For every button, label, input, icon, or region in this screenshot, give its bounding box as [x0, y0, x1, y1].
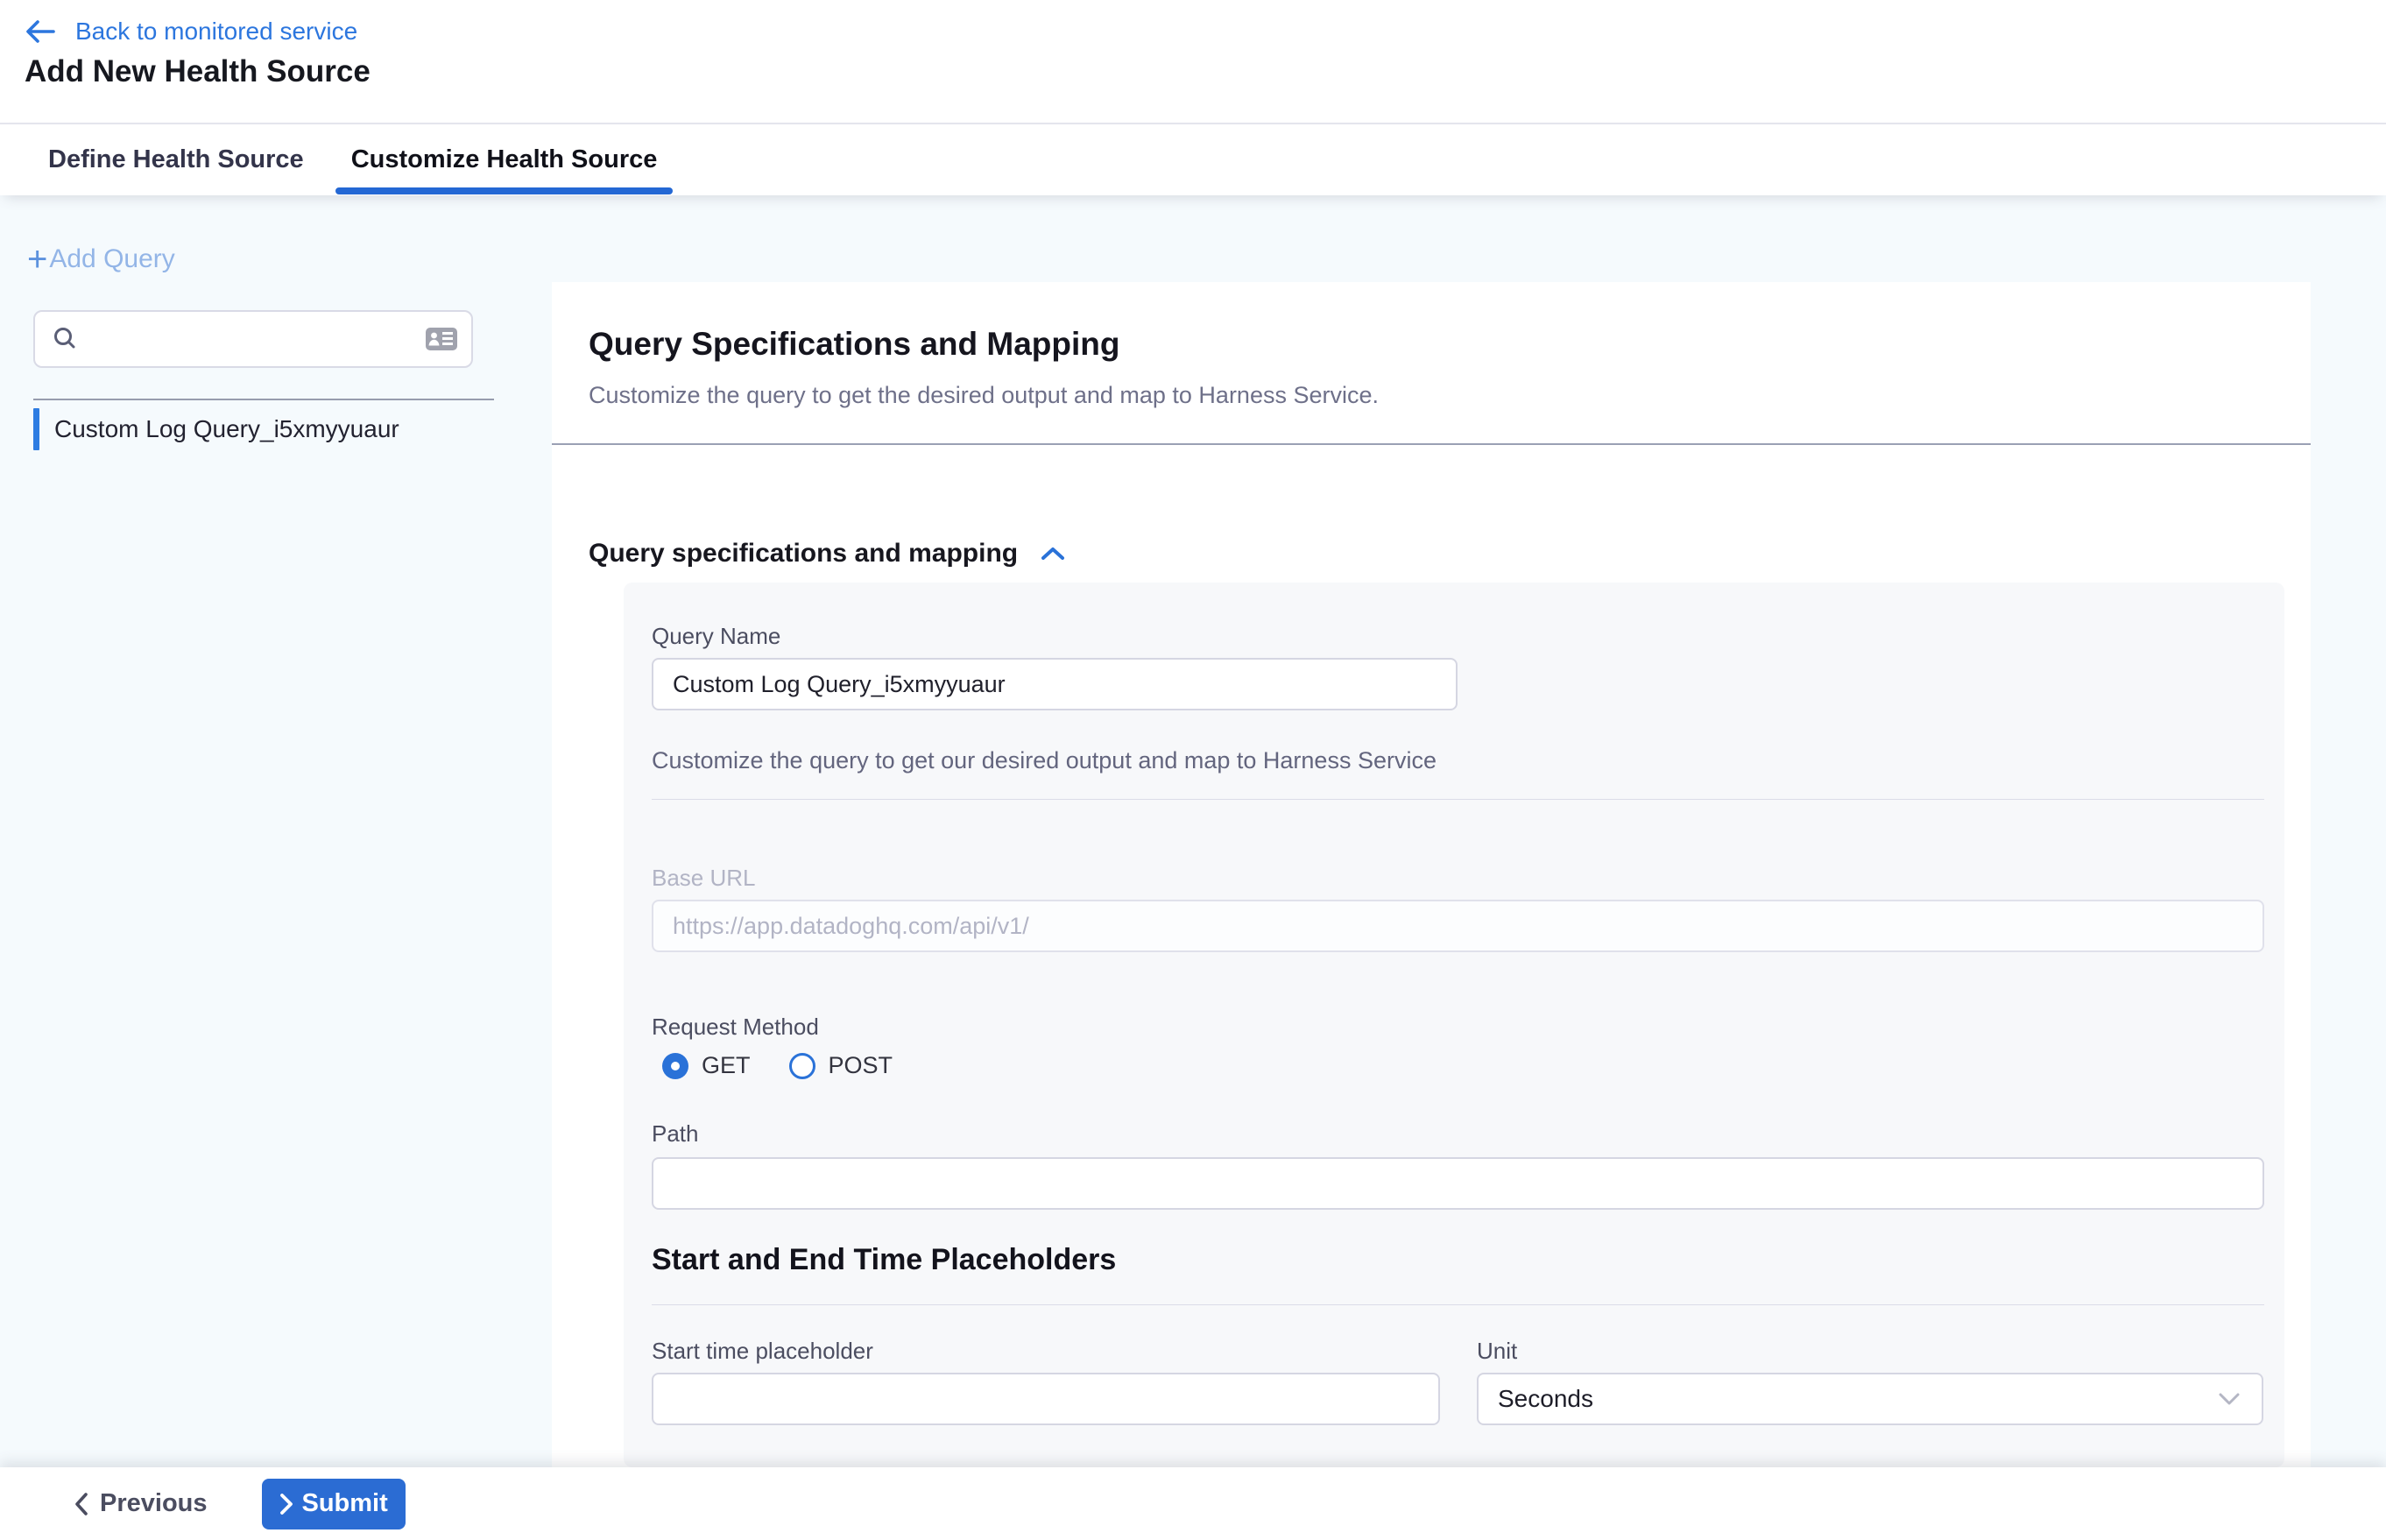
base-url-input: [652, 900, 2264, 952]
card-divider: [652, 799, 2264, 800]
radio-get-label[interactable]: GET: [702, 1052, 751, 1079]
previous-button[interactable]: Previous: [74, 1479, 208, 1529]
section-title: Query specifications and mapping: [589, 539, 1018, 569]
main-panel: Query Specifications and Mapping Customi…: [552, 282, 2311, 1467]
back-link-label: Back to monitored service: [75, 18, 357, 46]
card-divider: [652, 1304, 2264, 1305]
search-input[interactable]: [89, 312, 417, 366]
page-header: Back to monitored service Add New Health…: [0, 0, 2386, 123]
query-name-label: Query Name: [652, 623, 780, 650]
start-time-placeholder-input[interactable]: [652, 1373, 1440, 1425]
unit-select[interactable]: Seconds: [1477, 1373, 2263, 1425]
submit-button-label: Submit: [302, 1489, 388, 1518]
path-label: Path: [652, 1120, 699, 1148]
plus-icon: +: [27, 242, 47, 277]
query-item-label: Custom Log Query_i5xmyyuaur: [54, 415, 399, 443]
query-list-item[interactable]: Custom Log Query_i5xmyyuaur: [33, 406, 524, 452]
request-method-radio-group: GET POST: [662, 1052, 893, 1079]
chevron-right-icon: [279, 1493, 293, 1515]
add-query-button[interactable]: + Add Query: [27, 240, 175, 279]
tab-define-health-source[interactable]: Define Health Source: [46, 124, 306, 195]
query-mapping-card: Query Name Customize the query to get ou…: [624, 583, 2284, 1467]
selected-indicator-bar: [33, 408, 39, 450]
chevron-up-icon[interactable]: [1041, 546, 1065, 562]
tab-bar: Define Health Source Customize Health So…: [0, 123, 2386, 195]
path-input[interactable]: [652, 1157, 2264, 1210]
chevron-left-icon: [74, 1492, 89, 1516]
page-title: Add New Health Source: [25, 54, 371, 89]
submit-button[interactable]: Submit: [262, 1479, 406, 1529]
card-view-icon[interactable]: [417, 325, 471, 353]
request-method-label: Request Method: [652, 1014, 819, 1041]
add-query-label: Add Query: [49, 244, 174, 274]
footer-bar: Previous Submit: [0, 1467, 2386, 1540]
sidebar-divider: [33, 399, 494, 400]
radio-get[interactable]: [662, 1053, 688, 1079]
search-icon: [35, 325, 89, 353]
active-tab-underline: [335, 187, 674, 194]
base-url-label: Base URL: [652, 865, 756, 892]
tab-customize-health-source[interactable]: Customize Health Source: [349, 124, 660, 195]
query-search-box: [33, 310, 473, 368]
start-time-placeholder-label: Start time placeholder: [652, 1338, 873, 1365]
query-name-helper-text: Customize the query to get our desired o…: [652, 747, 1437, 774]
panel-heading: Query Specifications and Mapping: [589, 326, 1120, 363]
back-link[interactable]: Back to monitored service: [25, 12, 357, 51]
unit-selected-value: Seconds: [1498, 1385, 2218, 1413]
unit-label: Unit: [1477, 1338, 1517, 1365]
panel-divider: [552, 443, 2311, 445]
panel-subheading: Customize the query to get the desired o…: [589, 382, 1379, 409]
section-header: Query specifications and mapping: [589, 534, 1065, 573]
arrow-left-icon: [25, 18, 56, 46]
radio-post-label[interactable]: POST: [829, 1052, 893, 1079]
query-name-input[interactable]: [652, 658, 1458, 710]
previous-button-label: Previous: [100, 1489, 208, 1518]
chevron-down-icon: [2218, 1392, 2241, 1406]
radio-post[interactable]: [789, 1053, 815, 1079]
time-placeholders-heading: Start and End Time Placeholders: [652, 1243, 1116, 1277]
